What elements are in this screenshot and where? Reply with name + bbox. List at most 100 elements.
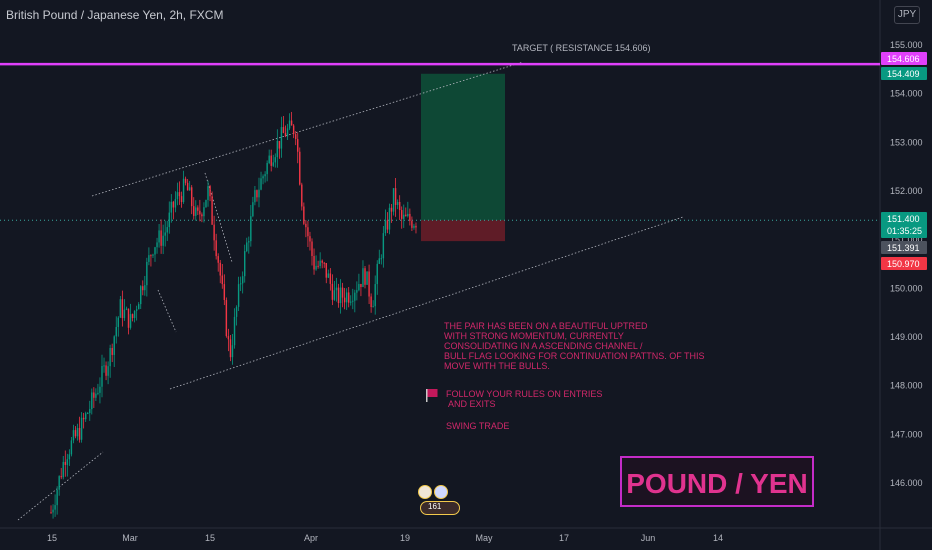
candle-body [364, 268, 366, 285]
candle-body [254, 190, 256, 203]
candle-body [229, 339, 232, 358]
candle-body [366, 271, 368, 285]
candle-body [99, 386, 101, 393]
target-label: TARGET ( RESISTANCE 154.606) [512, 43, 651, 53]
y-tick-label: 153.000 [890, 137, 923, 147]
y-tick-label: 146.000 [890, 478, 923, 488]
candle-body [388, 207, 391, 230]
x-tick-label: 17 [559, 533, 569, 543]
candle-body [150, 255, 152, 257]
candle-body [186, 182, 189, 191]
candle-body [270, 155, 272, 166]
candle-body [160, 230, 162, 246]
author-avatar-icon[interactable] [418, 485, 432, 499]
candle-body [248, 241, 250, 243]
price-label-value: 154.606 [887, 54, 920, 64]
symbol-title[interactable]: British Pound / Japanese Yen, 2h, FXCM [6, 8, 223, 22]
candle-body [213, 224, 215, 241]
x-tick-label: May [475, 533, 493, 543]
candle-body [154, 247, 156, 255]
candle-body [409, 213, 411, 221]
candle-body [58, 476, 60, 490]
candle-body [325, 263, 327, 278]
candle-body [307, 227, 309, 237]
candle-body [276, 140, 279, 158]
candle-body [337, 287, 340, 304]
candle-body [123, 309, 126, 319]
candle-body [305, 223, 307, 228]
candle-body [370, 296, 372, 308]
candle-body [78, 427, 81, 440]
candle-body [415, 225, 417, 228]
candle-body [80, 417, 83, 440]
candle-body [199, 210, 201, 215]
candle-body [282, 127, 285, 133]
candle-body [64, 461, 67, 465]
candle-body [411, 220, 413, 228]
candle-body [82, 417, 85, 420]
candle-body [146, 261, 148, 286]
candle-body [327, 273, 330, 278]
y-tick-label: 155.000 [890, 40, 923, 50]
candle-body [398, 201, 401, 211]
candle-body [237, 284, 240, 307]
candle-body [56, 489, 58, 506]
x-tick-label: 15 [47, 533, 57, 543]
price-label-value: 151.400 [887, 214, 920, 224]
candle-body [113, 336, 115, 355]
candle-body [60, 476, 62, 478]
candle-body [252, 202, 254, 217]
candle-body [374, 284, 376, 307]
candle-body [274, 157, 277, 163]
candle-body [84, 413, 87, 420]
candle-body [235, 306, 238, 317]
candle-body [241, 276, 244, 284]
candle-body [74, 430, 77, 437]
candle-body [172, 201, 175, 208]
candle-body [284, 132, 287, 137]
candle-body [131, 314, 134, 319]
candle-body [292, 125, 295, 135]
candle-body [378, 258, 380, 264]
candle-body [396, 201, 399, 205]
candle-body [190, 187, 193, 207]
candle-body [407, 213, 409, 217]
x-tick-label: Apr [304, 533, 318, 543]
candle-body [103, 365, 105, 367]
candle-body [115, 326, 117, 337]
candle-body [244, 251, 246, 277]
candle-body [193, 206, 195, 216]
candle-body [93, 392, 95, 398]
candle-body [360, 283, 362, 288]
candle-body [233, 316, 236, 346]
currency-button[interactable]: JPY [894, 6, 920, 24]
x-tick-label: 15 [205, 533, 215, 543]
x-tick-label: 19 [400, 533, 410, 543]
candle-body [201, 214, 203, 217]
candle-body [101, 366, 103, 387]
candle-body [142, 286, 144, 291]
candle-body [309, 236, 311, 242]
candle-body [87, 413, 89, 415]
candle-body [368, 271, 370, 297]
candle-body [345, 292, 348, 303]
candle-body [258, 189, 260, 198]
candle-body [129, 314, 132, 328]
candle-body [111, 348, 113, 355]
candle-body [197, 207, 199, 211]
candle-body [180, 196, 183, 203]
candle-body [413, 225, 415, 228]
candle-body [207, 186, 209, 200]
candle-body [156, 242, 158, 248]
candle-body [195, 207, 197, 216]
candle-body [144, 285, 146, 291]
candle-body [297, 139, 299, 152]
y-tick-label: 152.000 [890, 186, 923, 196]
pair-badge: POUND / YEN [620, 456, 814, 507]
candle-body [317, 265, 319, 267]
candle-body [400, 210, 403, 219]
candle-body [331, 283, 334, 300]
candle-body [137, 304, 140, 310]
style-note: SWING TRADE [446, 421, 510, 431]
candle-body [109, 348, 111, 367]
